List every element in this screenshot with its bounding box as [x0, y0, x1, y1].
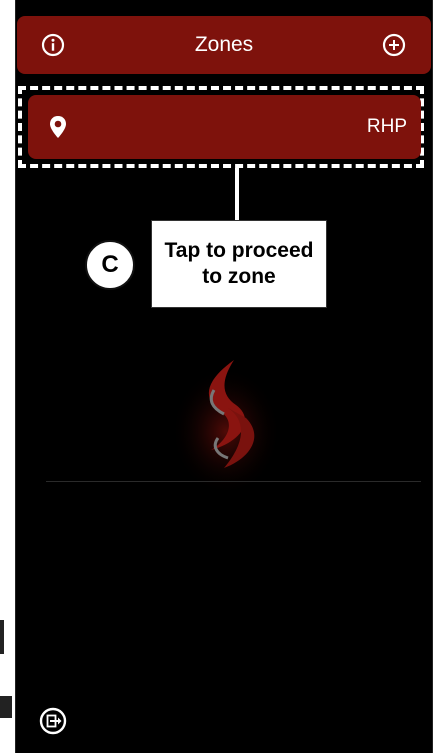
- location-pin-icon: [50, 116, 66, 138]
- zone-name: RHP: [366, 116, 407, 137]
- flame-logo: [171, 360, 281, 490]
- callout-connector: [235, 168, 239, 222]
- logout-icon[interactable]: [39, 707, 67, 735]
- app-screen: Zones RHP C Tap to proceed to zone: [15, 0, 433, 753]
- left-edge-mark: [0, 620, 4, 654]
- page-title: Zones: [194, 33, 254, 56]
- plus-circle-icon[interactable]: [382, 33, 406, 57]
- callout-text: Tap to proceed to zone: [164, 239, 314, 288]
- left-edge-mark: [0, 696, 12, 718]
- callout-box: Tap to proceed to zone: [151, 220, 327, 308]
- header-bar: Zones: [17, 16, 431, 74]
- divider: [46, 481, 421, 482]
- step-badge: C: [85, 240, 135, 290]
- zone-item[interactable]: RHP: [28, 95, 421, 159]
